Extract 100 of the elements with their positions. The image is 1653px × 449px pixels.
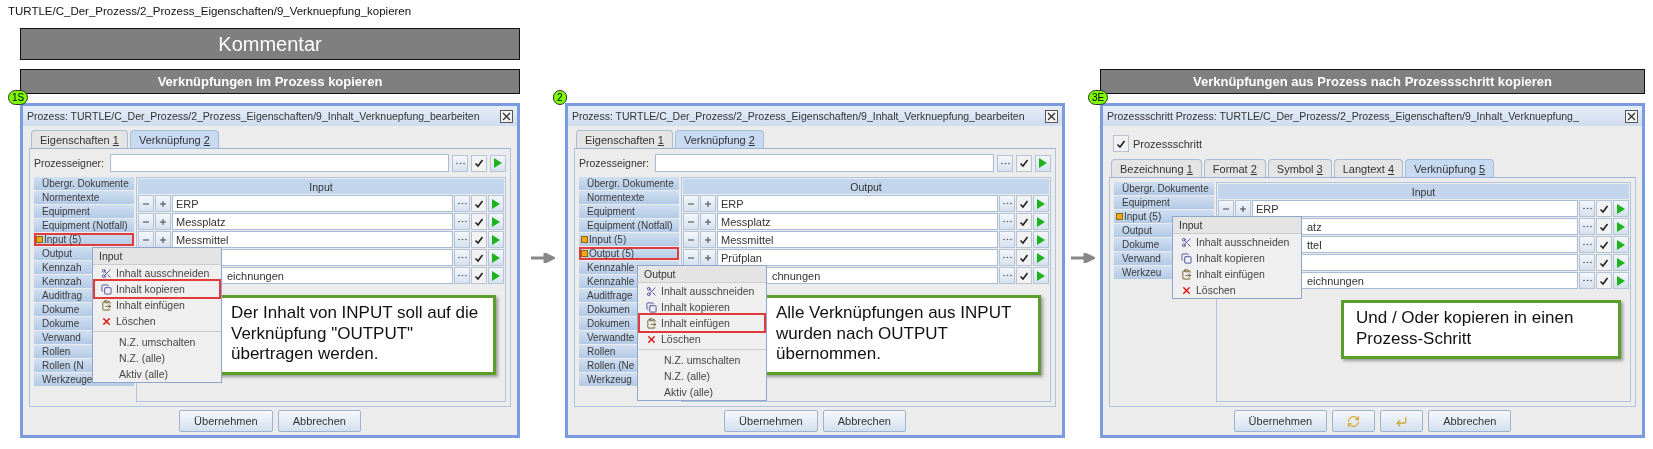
remove-button[interactable] [683, 195, 699, 212]
checkmark-icon [1019, 198, 1029, 209]
menu-item[interactable]: Aktiv (alle) [640, 384, 764, 400]
checkbox[interactable] [1016, 195, 1032, 212]
link-field[interactable]: ERP [717, 195, 998, 212]
category-item[interactable]: Equipment (Notfall) [579, 219, 679, 232]
ellipsis-icon [457, 256, 467, 259]
owner-field[interactable] [110, 154, 449, 172]
link-field[interactable]: Messplatz [717, 213, 998, 230]
link-field[interactable]: Prüfplan [717, 249, 998, 266]
link-field[interactable]: Messmittel [172, 231, 453, 248]
add-button[interactable] [155, 195, 171, 212]
category-item[interactable]: Normentexte [34, 191, 134, 204]
checkbox[interactable] [1596, 218, 1612, 235]
dialog-button[interactable]: Abbrechen [1428, 410, 1512, 432]
category-label: Dokume [42, 318, 80, 329]
plus-icon [160, 236, 166, 243]
checkbox[interactable] [1596, 254, 1612, 271]
close-icon[interactable] [1045, 109, 1058, 123]
tab[interactable]: Eigenschaften 1 [576, 130, 673, 148]
arrow-icon [1070, 253, 1095, 263]
checkbox[interactable] [1596, 200, 1612, 217]
play-icon [492, 270, 500, 281]
dialog-button[interactable]: Übernehmen [179, 410, 273, 432]
checkbox[interactable] [471, 154, 487, 172]
add-button[interactable] [700, 231, 716, 248]
play-icon [1617, 275, 1625, 286]
dialog-button[interactable]: Übernehmen [1233, 410, 1328, 432]
checkbox[interactable] [1016, 249, 1032, 266]
owner-field[interactable] [655, 154, 994, 172]
category-item[interactable]: Output (5) [579, 247, 679, 260]
ellipsis-icon [1002, 238, 1012, 241]
play-icon [1037, 252, 1045, 263]
category-label: Equipment [587, 206, 635, 217]
category-item[interactable]: Input (5) [579, 233, 679, 246]
tab[interactable]: Verknüpfung 2 [674, 130, 764, 148]
checkbox[interactable] [1016, 154, 1032, 172]
return-button[interactable] [1380, 410, 1424, 432]
checkbox[interactable] [1113, 135, 1129, 152]
category-label: Kennzahle [587, 262, 635, 273]
category-item[interactable]: Equipment [1114, 196, 1214, 209]
tab[interactable]: Langtext 4 [1333, 159, 1404, 177]
menu-title: Input [93, 248, 221, 265]
add-button[interactable] [155, 213, 171, 230]
tab[interactable]: Symbol 3 [1267, 159, 1332, 177]
checkmark-icon [1599, 221, 1609, 232]
tab[interactable]: Bezeichnung 1 [1111, 159, 1202, 177]
copy-icon [1181, 252, 1192, 264]
checkbox[interactable] [1016, 213, 1032, 230]
sync-icon [1347, 414, 1361, 428]
remove-button[interactable] [138, 195, 154, 212]
tab[interactable]: Format 2 [1203, 159, 1266, 177]
ellipsis-icon [1002, 274, 1012, 277]
checkmark-icon [474, 216, 484, 227]
category-item[interactable]: Übergr. Dokumente [579, 177, 679, 190]
add-button[interactable] [700, 213, 716, 230]
minus-icon [688, 200, 694, 207]
checkbox[interactable] [471, 213, 487, 230]
remove-button[interactable] [683, 231, 699, 248]
play-icon [1037, 198, 1045, 209]
checkbox[interactable] [471, 249, 487, 266]
copy-icon [646, 301, 657, 313]
category-item[interactable]: Equipment [34, 205, 134, 218]
minus-icon [1223, 205, 1229, 212]
category-item[interactable]: Normentexte [579, 191, 679, 204]
checkbox[interactable] [1596, 272, 1612, 289]
remove-button[interactable] [683, 213, 699, 230]
remove-button[interactable] [138, 213, 154, 230]
field-label: Prozesseigner: [34, 157, 105, 169]
category-item[interactable]: Input (5) [34, 233, 134, 246]
minus-icon [688, 218, 694, 225]
add-button[interactable] [700, 195, 716, 212]
modified-marker-icon [36, 236, 43, 243]
dialog-button[interactable]: Abbrechen [822, 410, 906, 432]
category-item[interactable]: Übergr. Dokumente [1114, 182, 1214, 195]
tab[interactable]: Eigenschaften 1 [31, 130, 128, 148]
link-field[interactable]: ERP [1252, 200, 1578, 217]
tab[interactable]: Verknüpfung 2 [129, 130, 219, 148]
plus-icon [705, 218, 711, 225]
link-field[interactable]: Messplatz [172, 213, 453, 230]
ellipsis-icon [1002, 202, 1012, 205]
close-icon[interactable] [1625, 109, 1638, 123]
clipboard-icon [646, 317, 657, 329]
close-icon[interactable] [500, 109, 513, 123]
ellipsis-icon [1582, 225, 1592, 228]
category-item[interactable]: Übergr. Dokumente [34, 177, 134, 190]
checkbox[interactable] [1016, 267, 1032, 284]
checkbox[interactable] [1016, 231, 1032, 248]
dialog-button[interactable]: Übernehmen [724, 410, 818, 432]
dialog-button[interactable]: Abbrechen [277, 410, 361, 432]
link-field[interactable]: Messmittel [717, 231, 998, 248]
category-item[interactable]: Equipment [579, 205, 679, 218]
tab[interactable]: Verknüpfung 5 [1405, 159, 1495, 177]
category-item[interactable]: Equipment (Notfall) [34, 219, 134, 232]
checkbox[interactable] [1596, 236, 1612, 253]
checkbox[interactable] [471, 231, 487, 248]
checkbox[interactable] [471, 195, 487, 212]
link-field[interactable]: ERP [172, 195, 453, 212]
sync-button[interactable] [1332, 410, 1376, 432]
checkbox[interactable] [471, 267, 487, 284]
